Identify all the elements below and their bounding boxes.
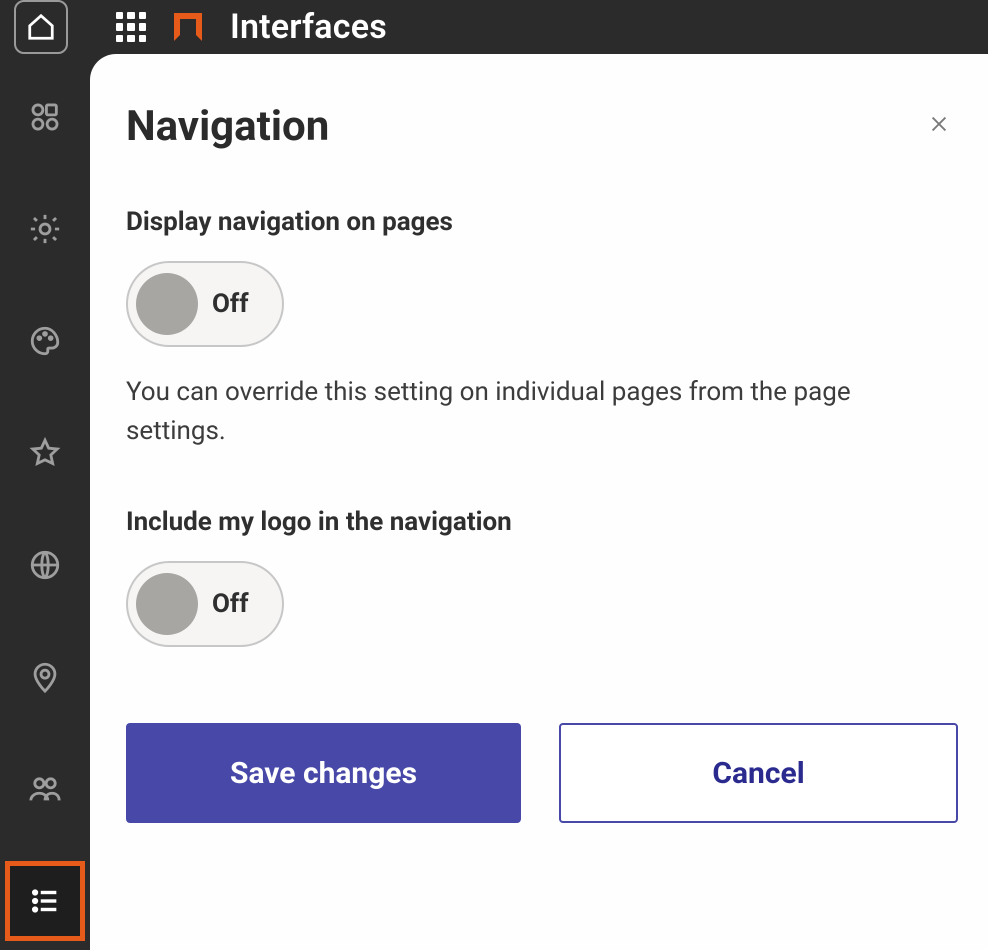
section-display-navigation: Display navigation on pages Off You can … <box>126 207 958 451</box>
pin-icon <box>28 660 62 694</box>
sidebar-item-settings[interactable] <box>10 194 80 264</box>
settings-panel: Navigation Display navigation on pages O… <box>90 54 988 950</box>
list-icon <box>28 884 62 918</box>
toggle-include-logo[interactable]: Off <box>126 561 284 647</box>
main-area: Navigation Display navigation on pages O… <box>0 54 988 950</box>
close-icon <box>928 113 950 135</box>
toggle-display-navigation[interactable]: Off <box>126 261 284 347</box>
toggle-state-label: Off <box>212 589 249 619</box>
gear-icon <box>28 212 62 246</box>
section-label: Display navigation on pages <box>126 207 958 237</box>
toggle-knob <box>136 273 198 335</box>
sidebar-item-favorites[interactable] <box>10 418 80 488</box>
panel-header: Navigation <box>126 102 958 151</box>
section-include-logo: Include my logo in the navigation Off <box>126 507 958 647</box>
cancel-button[interactable]: Cancel <box>559 723 958 823</box>
globe-icon <box>28 548 62 582</box>
help-text: You can override this setting on individ… <box>126 373 946 451</box>
sidebar-item-integrations[interactable] <box>10 82 80 152</box>
panel-title: Navigation <box>126 102 329 151</box>
toggle-knob <box>136 573 198 635</box>
save-button[interactable]: Save changes <box>126 723 521 823</box>
close-button[interactable] <box>920 105 958 148</box>
sidebar-item-location[interactable] <box>10 642 80 712</box>
toggle-state-label: Off <box>212 289 249 319</box>
sidebar-item-users[interactable] <box>10 754 80 824</box>
users-icon <box>28 772 62 806</box>
home-button[interactable] <box>14 0 68 54</box>
palette-icon <box>28 324 62 358</box>
app-header: Interfaces <box>0 0 988 54</box>
home-icon <box>26 12 56 42</box>
star-icon <box>28 436 62 470</box>
sidebar-item-navigation[interactable] <box>10 866 80 936</box>
apps-menu-button[interactable] <box>116 12 146 42</box>
button-row: Save changes Cancel <box>126 723 958 823</box>
sidebar-item-theme[interactable] <box>10 306 80 376</box>
sidebar-item-domain[interactable] <box>10 530 80 600</box>
sidebar <box>0 54 90 950</box>
app-title: Interfaces <box>230 7 387 47</box>
section-label: Include my logo in the navigation <box>126 507 958 537</box>
brand-logo-icon <box>174 13 202 41</box>
shapes-icon <box>28 100 62 134</box>
